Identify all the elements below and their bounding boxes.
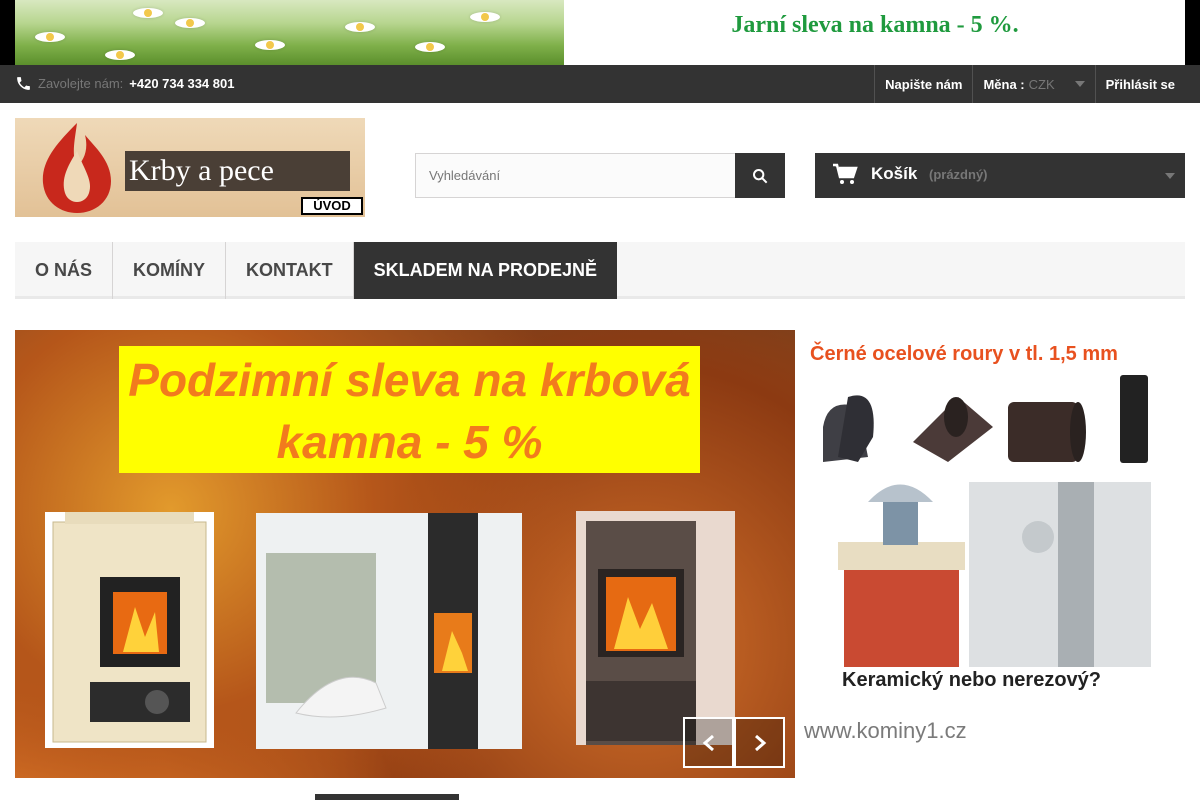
search-button[interactable] <box>735 153 785 198</box>
phone-icon <box>17 77 30 90</box>
menu-item-in-stock[interactable]: Skladem na prodejně <box>353 242 618 299</box>
login-link[interactable]: Přihlásit se <box>1094 65 1185 103</box>
currency-value: CZK <box>1028 76 1055 92</box>
stove-image-corner <box>256 513 522 749</box>
menu-item-chimneys[interactable]: Komíny <box>113 242 227 299</box>
login-label: Přihlásit se <box>1105 76 1175 92</box>
cart-title: Košík <box>871 164 918 183</box>
chevron-left-icon <box>702 734 714 751</box>
search-icon <box>753 168 768 183</box>
flame-logo-icon <box>42 123 111 213</box>
website-link[interactable]: www.kominy1.cz <box>804 718 967 744</box>
logo-brand-text: Krby a pece <box>125 151 350 191</box>
section-tab-indicator <box>315 794 459 800</box>
stove-image-steel <box>576 511 735 745</box>
currency-dropdown[interactable]: Měna : CZK <box>972 65 1094 103</box>
meadow-image <box>15 0 564 65</box>
home-badge[interactable]: ÚVOD <box>301 197 363 215</box>
slider-headline-line2: kamna - 5 % <box>276 416 543 468</box>
phone-label: Zavolejte nám: <box>38 76 124 91</box>
slider-prev-button[interactable] <box>683 717 734 768</box>
banner-edge-right <box>1185 0 1200 65</box>
cart-button[interactable]: Košík (prázdný) <box>815 153 1185 198</box>
contact-link[interactable]: Napište nám <box>874 65 972 103</box>
navbar-right: Napište nám Měna : CZK Přihlásit se <box>874 65 1185 103</box>
banner-edge-left <box>0 0 15 65</box>
menu-item-about[interactable]: O nás <box>15 242 114 299</box>
chimney-pipes-image <box>823 375 1151 667</box>
menu-item-contact[interactable]: Kontakt <box>226 242 354 299</box>
slider-headline-line1: Podzimní sleva na krbová <box>128 354 691 406</box>
phone-info: Zavolejte nám: +420 734 334 801 <box>15 75 234 92</box>
chevron-down-icon <box>1165 173 1175 179</box>
side-advert-chimneys[interactable]: Černé ocelové roury v tl. 1,5 mm Keramic… <box>808 337 1185 702</box>
currency-label: Měna : <box>983 76 1025 92</box>
side-advert-question: Keramický nebo nerezový? <box>842 669 1101 691</box>
contact-label: Napište nám <box>885 76 963 92</box>
chevron-right-icon <box>754 734 766 751</box>
top-promo-text: Jarní sleva na kamna - 5 %. <box>731 12 1019 38</box>
search-box <box>415 153 785 198</box>
chevron-down-icon <box>1074 81 1085 87</box>
top-navbar: Zavolejte nám: +420 734 334 801 Napište … <box>0 65 1200 103</box>
homepage-slider[interactable]: Podzimní sleva na krbová kamna - 5 % <box>15 330 795 778</box>
phone-number[interactable]: +420 734 334 801 <box>129 76 234 91</box>
top-promo-banner[interactable]: Jarní sleva na kamna - 5 %. <box>15 0 1185 65</box>
main-menu: O nás Komíny Kontakt Skladem na prodejně <box>15 242 1185 299</box>
cart-status: (prázdný) <box>929 167 988 182</box>
search-input[interactable] <box>415 153 736 198</box>
stove-image-tiled <box>45 512 214 748</box>
side-advert-title: Černé ocelové roury v tl. 1,5 mm <box>810 343 1118 365</box>
slider-headline: Podzimní sleva na krbová kamna - 5 % <box>119 346 700 473</box>
cart-icon <box>833 163 858 184</box>
slider-next-button[interactable] <box>734 717 785 768</box>
site-logo[interactable]: Krby a pece ÚVOD <box>15 118 365 217</box>
